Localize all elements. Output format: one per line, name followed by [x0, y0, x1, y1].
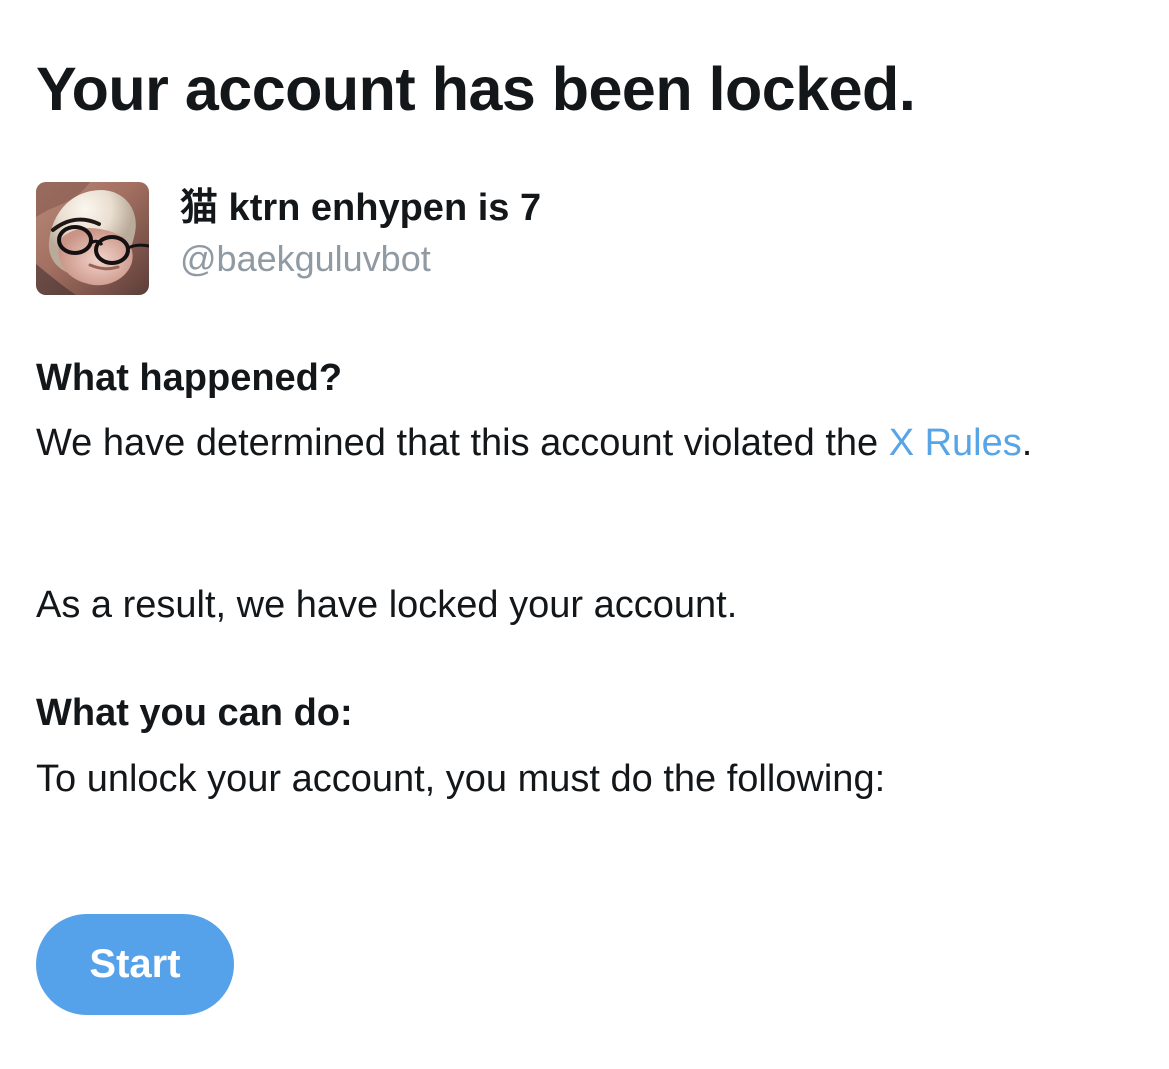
unlock-instructions: To unlock your account, you must do the …	[36, 758, 886, 800]
display-name: 猫 ktrn enhypen is 7	[180, 187, 542, 229]
result-message: As a result, we have locked your account…	[36, 584, 738, 626]
what-happened-heading: What happened?	[36, 357, 343, 399]
account-identity: 猫 ktrn enhypen is 7 @baekguluvbot	[180, 182, 541, 281]
account-summary: 猫 ktrn enhypen is 7 @baekguluvbot	[36, 182, 541, 296]
profile-photo-icon	[36, 182, 149, 295]
what-you-can-do-heading: What you can do:	[36, 692, 353, 734]
violation-text: We have determined that this account vio…	[36, 422, 889, 464]
x-rules-link[interactable]: X Rules	[889, 422, 1022, 464]
violation-period: .	[1021, 422, 1033, 464]
page-title: Your account has been locked.	[36, 55, 916, 123]
violation-message: We have determined that this account vio…	[36, 416, 1066, 470]
start-button[interactable]: Start	[36, 914, 234, 1015]
avatar	[36, 182, 149, 295]
account-handle: @baekguluvbot	[180, 238, 431, 279]
